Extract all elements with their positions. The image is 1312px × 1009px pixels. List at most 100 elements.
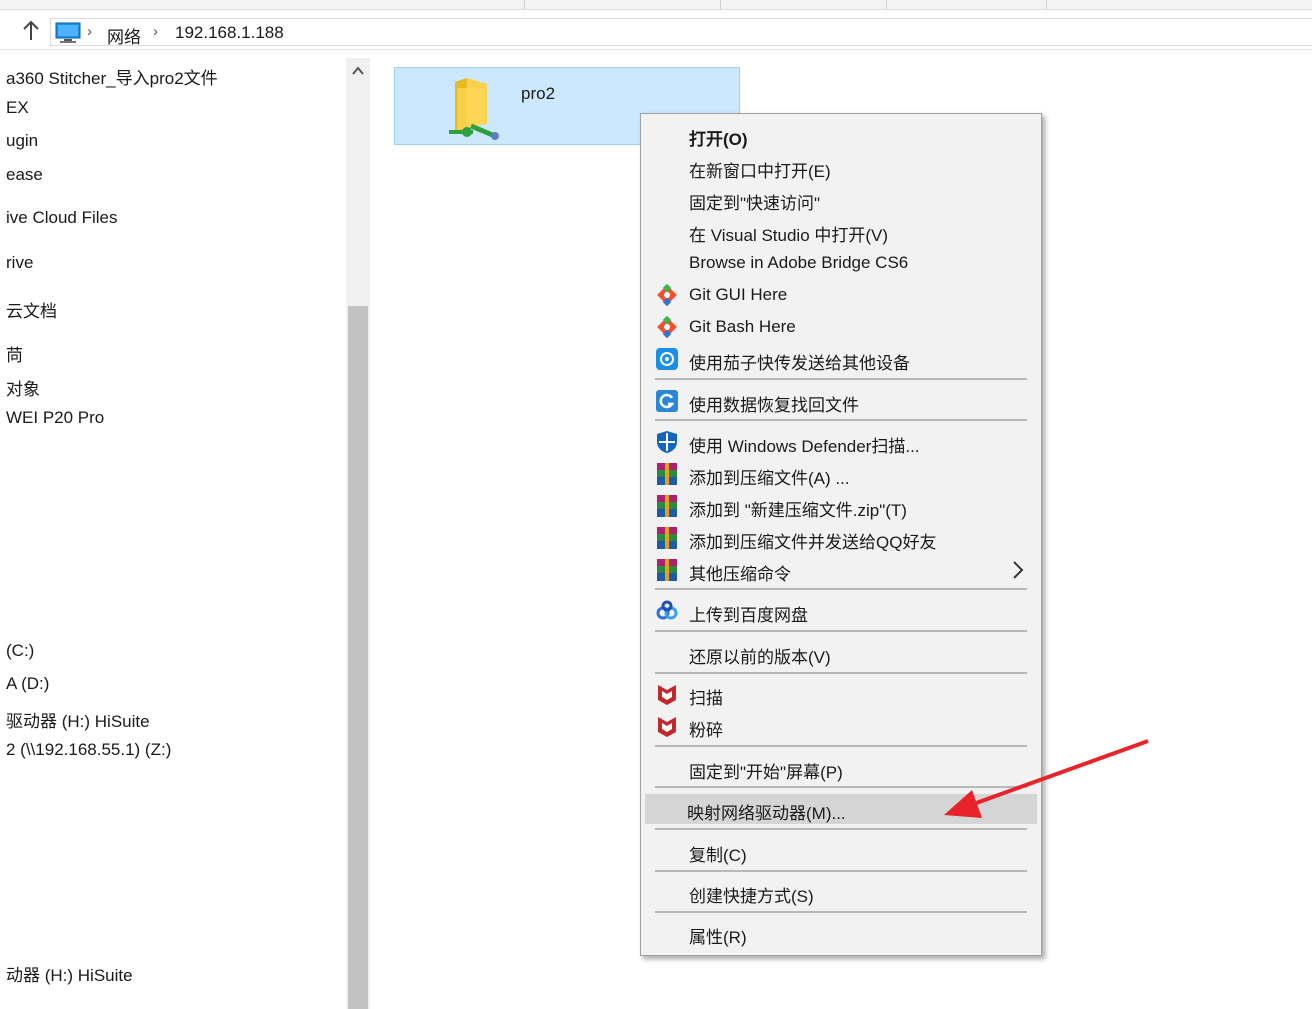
menu-separator bbox=[655, 870, 1027, 872]
column-divider bbox=[886, 0, 887, 10]
context-menu-item-label: 添加到压缩文件(A) ... bbox=[689, 469, 850, 488]
context-menu-item[interactable]: 扫描 bbox=[647, 679, 1035, 709]
context-menu-item-label: 添加到压缩文件并发送给QQ好友 bbox=[689, 533, 937, 552]
context-menu-item[interactable]: 上传到百度网盘 bbox=[647, 596, 1035, 626]
nav-item[interactable]: 动器 (H:) HiSuite bbox=[6, 961, 133, 986]
arrow-up-icon bbox=[23, 20, 39, 40]
menu-separator bbox=[655, 745, 1027, 747]
nav-item[interactable]: A (D:) bbox=[6, 674, 49, 694]
nav-item[interactable]: 2 (\\192.168.55.1) (Z:) bbox=[6, 740, 171, 760]
context-menu-item-label: 复制(C) bbox=[689, 846, 747, 865]
winrar-icon bbox=[655, 494, 679, 518]
column-divider bbox=[720, 0, 721, 10]
menu-separator bbox=[655, 786, 1027, 788]
context-menu-item[interactable]: 添加到压缩文件(A) ... bbox=[647, 459, 1035, 489]
context-menu-item[interactable]: 映射网络驱动器(M)... bbox=[645, 794, 1037, 824]
context-menu-item-label: Browse in Adobe Bridge CS6 bbox=[689, 253, 909, 272]
menu-separator bbox=[655, 672, 1027, 674]
context-menu-item[interactable]: 在 Visual Studio 中打开(V) bbox=[647, 216, 1035, 246]
context-menu-item-label: 在 Visual Studio 中打开(V) bbox=[689, 226, 889, 245]
context-menu-item-label: 还原以前的版本(V) bbox=[689, 648, 831, 667]
nav-item[interactable]: 对象 bbox=[6, 375, 40, 400]
context-menu-item-label: 创建快捷方式(S) bbox=[689, 887, 814, 906]
this-pc-icon bbox=[55, 22, 81, 43]
context-menu-item-label: 添加到 "新建压缩文件.zip"(T) bbox=[689, 501, 907, 520]
nav-item[interactable]: EX bbox=[6, 98, 29, 118]
context-menu-item[interactable]: 打开(O) bbox=[647, 120, 1035, 150]
menu-separator bbox=[655, 630, 1027, 632]
menu-separator bbox=[655, 828, 1027, 830]
nav-item[interactable]: (C:) bbox=[6, 641, 34, 661]
context-menu-item[interactable]: Browse in Adobe Bridge CS6 bbox=[647, 248, 1035, 278]
up-button[interactable] bbox=[18, 18, 44, 44]
breadcrumb-chevron-icon: › bbox=[153, 23, 158, 40]
context-menu-item-label: 在新窗口中打开(E) bbox=[689, 162, 831, 181]
nav-item[interactable]: a360 Stitcher_导入pro2文件 bbox=[6, 64, 218, 89]
git-icon bbox=[655, 315, 679, 339]
nav-item[interactable]: ugin bbox=[6, 131, 38, 151]
nav-item[interactable]: ive Cloud Files bbox=[6, 208, 118, 228]
address-bar[interactable]: › 网络 › 192.168.1.188 bbox=[50, 18, 1312, 48]
context-menu-item-label: 属性(R) bbox=[689, 928, 747, 947]
context-menu-item-label: 打开(O) bbox=[689, 130, 748, 149]
scroll-up-button[interactable] bbox=[346, 58, 370, 86]
nav-item[interactable]: 云文档 bbox=[6, 297, 57, 322]
shareit-icon bbox=[655, 347, 679, 371]
column-divider bbox=[1046, 0, 1047, 10]
context-menu-item-label: 使用数据恢复找回文件 bbox=[689, 396, 859, 415]
column-divider bbox=[524, 0, 525, 10]
menu-separator bbox=[655, 588, 1027, 590]
address-bar-row: › 网络 › 192.168.1.188 bbox=[0, 12, 1312, 50]
mcafee-icon bbox=[655, 682, 679, 706]
winrar-icon bbox=[655, 526, 679, 550]
context-menu-item[interactable]: 属性(R) bbox=[647, 918, 1035, 948]
breadcrumb-host[interactable]: 192.168.1.188 bbox=[175, 23, 284, 43]
git-icon bbox=[655, 283, 679, 307]
nav-item[interactable]: rive bbox=[6, 253, 33, 273]
context-menu-item[interactable]: 在新窗口中打开(E) bbox=[647, 152, 1035, 182]
caret-up-icon bbox=[352, 66, 364, 75]
context-menu-item[interactable]: Git GUI Here bbox=[647, 280, 1035, 310]
submenu-chevron-icon bbox=[1011, 558, 1025, 587]
context-menu-item-label: 固定到"开始"屏幕(P) bbox=[689, 763, 843, 782]
context-menu-item[interactable]: 复制(C) bbox=[647, 836, 1035, 866]
context-menu-item[interactable]: 还原以前的版本(V) bbox=[647, 638, 1035, 668]
baidu-netdisk-icon bbox=[655, 599, 679, 623]
menu-separator bbox=[655, 419, 1027, 421]
nav-item[interactable]: WEI P20 Pro bbox=[6, 408, 104, 428]
menu-separator bbox=[655, 378, 1027, 380]
breadcrumb-network[interactable]: 网络 bbox=[107, 23, 141, 48]
context-menu-item[interactable]: Git Bash Here bbox=[647, 312, 1035, 342]
context-menu-item-label: 上传到百度网盘 bbox=[689, 606, 808, 625]
recovery-icon bbox=[655, 389, 679, 413]
context-menu-item[interactable]: 创建快捷方式(S) bbox=[647, 877, 1035, 907]
nav-item[interactable]: ease bbox=[6, 165, 43, 185]
nav-item[interactable]: 驱动器 (H:) HiSuite bbox=[6, 707, 150, 732]
menu-separator bbox=[655, 911, 1027, 913]
context-menu-item[interactable]: 添加到压缩文件并发送给QQ好友 bbox=[647, 523, 1035, 553]
nav-scrollbar[interactable] bbox=[346, 58, 370, 1009]
context-menu-item-label: 使用茄子快传发送给其他设备 bbox=[689, 354, 910, 373]
window-top-strip bbox=[0, 0, 1312, 10]
context-menu-item[interactable]: 固定到"开始"屏幕(P) bbox=[647, 753, 1035, 783]
nav-item[interactable]: 苘 bbox=[6, 341, 23, 366]
scroll-thumb[interactable] bbox=[348, 306, 368, 1009]
context-menu-item-label: 使用 Windows Defender扫描... bbox=[689, 437, 920, 456]
context-menu-item[interactable]: 使用数据恢复找回文件 bbox=[647, 386, 1035, 416]
context-menu: 打开(O) 在新窗口中打开(E) 固定到"快速访问" 在 Visual Studio … bbox=[640, 113, 1042, 956]
folder-label: pro2 bbox=[521, 84, 556, 103]
context-menu-item[interactable]: 粉碎 bbox=[647, 711, 1035, 741]
winrar-icon bbox=[655, 462, 679, 486]
context-menu-item-label: 粉碎 bbox=[689, 721, 723, 740]
context-menu-item[interactable]: 使用 Windows Defender扫描... bbox=[647, 427, 1035, 457]
context-menu-item[interactable]: 使用茄子快传发送给其他设备 bbox=[647, 344, 1035, 374]
context-menu-item[interactable]: 固定到"快速访问" bbox=[647, 184, 1035, 214]
context-menu-item[interactable]: 添加到 "新建压缩文件.zip"(T) bbox=[647, 491, 1035, 521]
context-menu-item-label: 扫描 bbox=[689, 689, 723, 708]
context-menu-item-label: 其他压缩命令 bbox=[689, 565, 791, 584]
context-menu-item-label: 固定到"快速访问" bbox=[689, 194, 821, 213]
defender-shield-icon bbox=[655, 430, 679, 454]
navigation-pane: a360 Stitcher_导入pro2文件 EX ugin ease ive … bbox=[0, 58, 346, 1009]
context-menu-item[interactable]: 其他压缩命令 bbox=[647, 555, 1035, 585]
breadcrumb-chevron-icon: › bbox=[87, 23, 92, 40]
